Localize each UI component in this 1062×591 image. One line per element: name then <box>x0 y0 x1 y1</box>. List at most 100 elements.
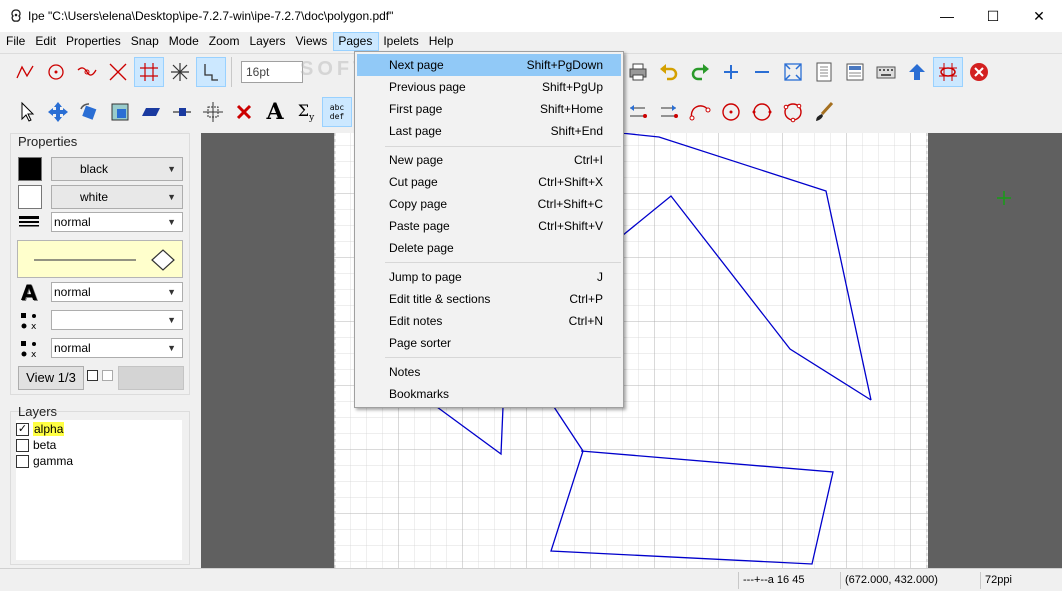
snap-angle-button[interactable] <box>165 57 195 87</box>
menu-item-paste-page[interactable]: Paste page Ctrl+Shift+V <box>357 215 621 237</box>
cursor-crosshair-icon <box>997 191 1011 205</box>
shear-mode-button[interactable] <box>136 97 166 127</box>
menu-pages[interactable]: Pages <box>333 32 380 51</box>
menu-item-edit-notes[interactable]: Edit notes Ctrl+N <box>357 310 621 332</box>
menu-separator <box>385 262 621 263</box>
menu-item-cut-page[interactable]: Cut page Ctrl+Shift+X <box>357 171 621 193</box>
page-view-button[interactable] <box>809 57 839 87</box>
zoom-out-button[interactable] <box>747 57 777 87</box>
fill-color-select[interactable]: white ▼ <box>51 185 183 209</box>
menu-item-copy-page[interactable]: Copy page Ctrl+Shift+C <box>357 193 621 215</box>
minimize-button[interactable]: — <box>924 0 970 32</box>
stretch-mode-button[interactable] <box>105 97 135 127</box>
grid-visible-button[interactable] <box>933 56 963 87</box>
snap-intersection-button[interactable] <box>103 57 133 87</box>
paragraph-mode-button[interactable]: abc def <box>322 97 352 127</box>
menu-ipelets[interactable]: Ipelets <box>379 32 424 51</box>
menu-item-previous-page[interactable]: Previous page Shift+PgUp <box>357 76 621 98</box>
circle-3pt-button[interactable] <box>778 97 808 127</box>
pen-width-select[interactable]: normal ▼ <box>51 212 183 232</box>
menu-item-jump-to-page[interactable]: Jump to page J <box>357 266 621 288</box>
keyboard-icon <box>876 66 896 78</box>
view-checkbox-1[interactable] <box>87 370 98 381</box>
snap-grid-button[interactable] <box>134 56 164 87</box>
symbol-size-select[interactable]: normal ▼ <box>51 338 183 358</box>
polyline-mode-button[interactable] <box>654 97 684 127</box>
delete-button[interactable] <box>229 97 259 127</box>
menu-properties[interactable]: Properties <box>62 32 127 51</box>
select-mode-button[interactable] <box>12 97 42 127</box>
menu-item-first-page[interactable]: First page Shift+Home <box>357 98 621 120</box>
coordinate-readout: (672.000, 432.000) <box>840 572 978 589</box>
arrows-out-icon <box>661 105 678 118</box>
circle-diameter-icon <box>752 103 772 121</box>
cursor-icon <box>21 101 35 122</box>
undo-button[interactable] <box>654 57 684 87</box>
text-mode-button[interactable]: A <box>260 97 290 127</box>
font-size-field[interactable]: 16pt <box>241 60 303 83</box>
stroke-color-select[interactable]: black ▼ <box>51 157 183 181</box>
layer-item-beta[interactable]: beta <box>16 437 56 453</box>
menu-snap[interactable]: Snap <box>127 32 165 51</box>
menu-views[interactable]: Views <box>292 32 334 51</box>
layer-item-gamma[interactable]: gamma <box>16 453 73 469</box>
snap-center-button[interactable] <box>41 57 71 87</box>
menu-item-bookmarks[interactable]: Bookmarks <box>357 383 621 405</box>
view-name-field[interactable] <box>118 366 184 390</box>
marks-mode-button[interactable] <box>623 97 653 127</box>
circle-diameter-button[interactable] <box>747 97 777 127</box>
layer-checkbox[interactable] <box>16 438 29 452</box>
line-style-preview[interactable] <box>17 240 183 278</box>
menu-file[interactable]: File <box>2 32 31 51</box>
redo-button[interactable] <box>685 57 715 87</box>
text-size-select[interactable]: normal ▼ <box>51 282 183 302</box>
symbol-mark-select[interactable]: ▼ <box>51 310 183 330</box>
menu-zoom[interactable]: Zoom <box>205 32 246 51</box>
menu-item-notes[interactable]: Notes <box>357 361 621 383</box>
zoom-in-button[interactable] <box>716 57 746 87</box>
snap-auto-angle-button[interactable] <box>196 56 226 87</box>
menu-item-next-page[interactable]: Next page Shift+PgDown <box>357 54 621 76</box>
math-mode-button[interactable]: Σy <box>291 97 321 127</box>
fill-color-swatch[interactable] <box>18 185 42 209</box>
layout-button[interactable] <box>840 57 870 87</box>
graph-move-icon <box>173 108 191 116</box>
ink-mode-button[interactable] <box>809 97 839 127</box>
layer-checkbox-checked-icon[interactable]: ✓ <box>16 422 29 436</box>
translate-mode-button[interactable] <box>43 97 73 127</box>
rotate-mode-button[interactable] <box>74 97 104 127</box>
pen-width-icon <box>18 211 40 233</box>
maximize-button[interactable]: ☐ <box>970 0 1016 32</box>
menu-item-delete-page[interactable]: Delete page <box>357 237 621 259</box>
snap-boundary-button[interactable] <box>72 57 102 87</box>
menu-edit[interactable]: Edit <box>31 32 62 51</box>
close-button[interactable]: ✕ <box>1016 0 1062 32</box>
view-button[interactable]: View 1/3 <box>18 366 84 390</box>
menu-item-page-sorter[interactable]: Page sorter <box>357 332 621 354</box>
layer-item-alpha[interactable]: ✓ alpha <box>16 421 65 437</box>
print-button[interactable] <box>623 57 653 87</box>
delete-x-icon <box>236 104 252 120</box>
snap-center-icon <box>48 63 64 80</box>
menu-item-label: Previous page <box>389 80 466 94</box>
menu-item-last-page[interactable]: Last page Shift+End <box>357 120 621 142</box>
keyboard-button[interactable] <box>871 57 901 87</box>
stop-button[interactable] <box>964 57 994 87</box>
drawing-canvas[interactable] <box>201 133 1062 568</box>
graph-mode-button[interactable] <box>198 97 228 127</box>
fit-page-button[interactable] <box>778 57 808 87</box>
menu-item-new-page[interactable]: New page Ctrl+I <box>357 149 621 171</box>
arc-mode-button[interactable] <box>685 97 715 127</box>
snap-vertex-button[interactable] <box>10 57 40 87</box>
view-checkbox-2[interactable] <box>102 370 113 381</box>
stroke-color-swatch[interactable] <box>18 157 42 181</box>
layer-checkbox[interactable] <box>16 454 29 468</box>
pan-mode-button[interactable] <box>167 97 197 127</box>
menu-help[interactable]: Help <box>425 32 460 51</box>
up-button[interactable] <box>902 57 932 87</box>
menu-mode[interactable]: Mode <box>165 32 205 51</box>
properties-title: Properties <box>18 134 78 149</box>
circle-mode-button[interactable] <box>716 97 746 127</box>
menu-layers[interactable]: Layers <box>245 32 291 51</box>
menu-item-edit-title-sections[interactable]: Edit title & sections Ctrl+P <box>357 288 621 310</box>
